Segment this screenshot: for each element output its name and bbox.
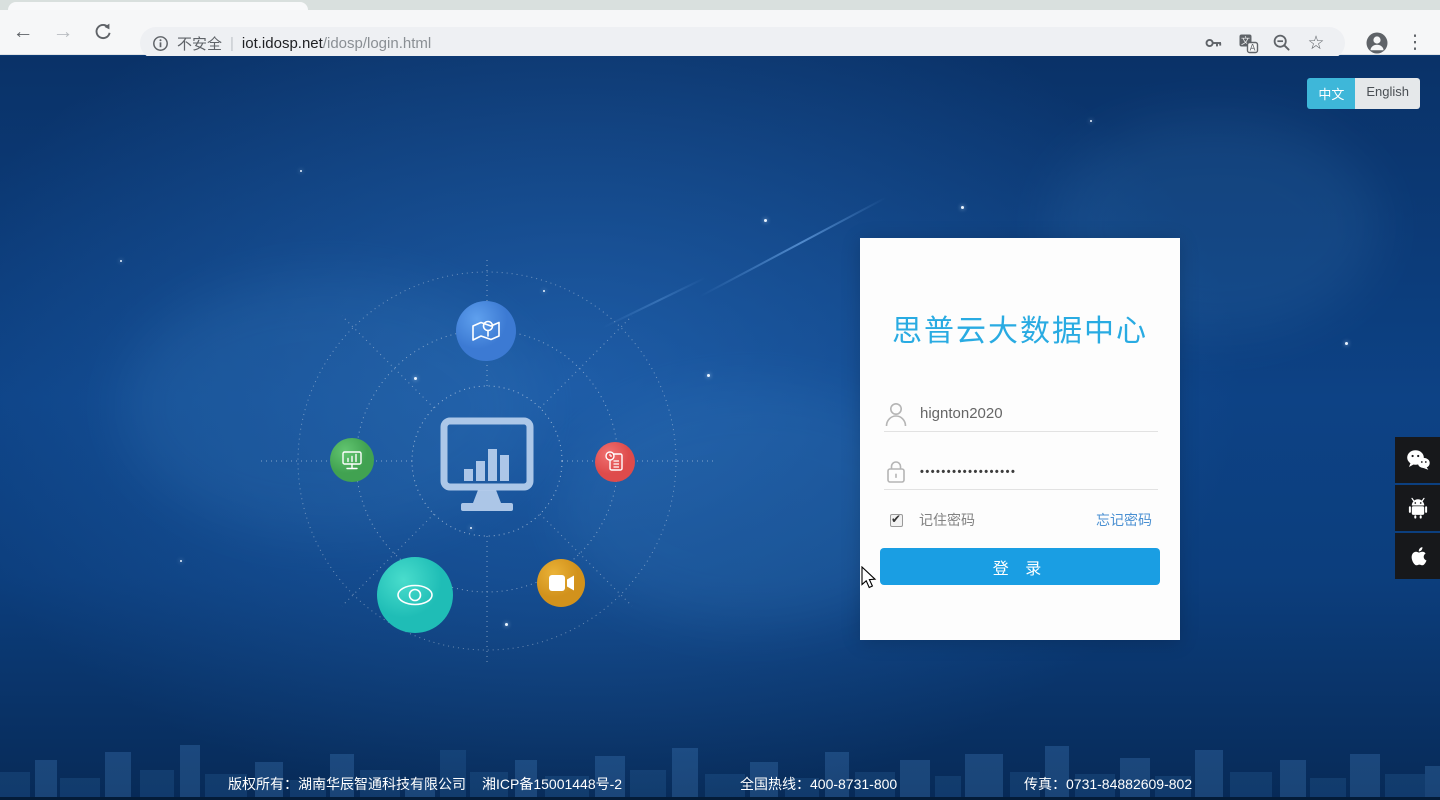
android-icon[interactable] [1395, 485, 1440, 531]
language-toggle: 中文 English [1307, 78, 1420, 109]
info-icon[interactable] [152, 35, 169, 52]
password-field[interactable]: •••••••••••••••••• [884, 454, 1158, 490]
login-panel: 思普云大数据中心 hignton2020 •••••••••••••••••• [860, 238, 1180, 640]
star-dot [120, 260, 122, 262]
star-dot [1345, 342, 1348, 345]
remember-row: 记住密码 忘记密码 [890, 510, 1152, 530]
lock-icon [887, 460, 905, 483]
svg-text:A: A [1249, 43, 1255, 53]
translate-icon[interactable]: 文 A [1231, 27, 1265, 59]
fax-text: 传真：0731-84882609-802 [1024, 776, 1193, 792]
security-label: 不安全 [177, 35, 223, 53]
apple-icon[interactable] [1395, 533, 1440, 579]
browser-window: ← → 不安全 | iot.idosp.net/idosp/login.html [0, 0, 1440, 800]
reload-icon-glyph [95, 23, 111, 40]
forward-icon[interactable]: → [46, 15, 80, 49]
star-dot [764, 219, 767, 222]
report-node [595, 442, 635, 482]
saved-password-key-icon[interactable] [1197, 27, 1231, 59]
star-dot [961, 206, 964, 209]
remember-checkbox[interactable] [890, 512, 903, 527]
social-sidebar [1395, 437, 1440, 581]
reload-icon[interactable] [86, 15, 120, 49]
eye-node [377, 557, 453, 633]
copyright-text: 版权所有：湖南华辰智通科技有限公司 [228, 776, 466, 792]
address-bar[interactable]: 不安全 | iot.idosp.net/idosp/login.html 文 A [140, 27, 1345, 59]
username-value: hignton2020 [920, 405, 1003, 422]
tab-strip [0, 0, 1440, 12]
forgot-password-link[interactable]: 忘记密码 [1096, 510, 1152, 530]
map-pin-node [456, 301, 516, 361]
bookmark-star-icon[interactable]: ☆ [1299, 27, 1333, 59]
login-button[interactable]: 登 录 [880, 548, 1160, 585]
url-host: iot.idosp.net [241, 34, 323, 52]
browser-toolbar: ← → 不安全 | iot.idosp.net/idosp/login.html [0, 10, 1440, 59]
url-path: /idosp/login.html [322, 34, 432, 52]
star-dot [300, 170, 302, 172]
page-footer: 版权所有：湖南华辰智通科技有限公司 湘ICP备15001448号-2 全国热线：… [0, 774, 1440, 798]
camera-node [537, 559, 585, 607]
device-monitor-node [330, 438, 374, 482]
hub-graphic [259, 258, 715, 664]
url-separator: | [230, 34, 234, 52]
mouse-cursor [861, 566, 877, 589]
lang-english-button[interactable]: English [1355, 78, 1420, 109]
username-field[interactable]: hignton2020 [884, 396, 1158, 432]
icp-number: 湘ICP备15001448号-2 [482, 776, 623, 792]
back-icon[interactable]: ← [6, 15, 40, 49]
hotline-text: 全国热线：400-8731-800 [740, 776, 898, 792]
remember-label: 记住密码 [919, 512, 975, 528]
wechat-icon[interactable] [1395, 437, 1440, 483]
lang-chinese-button[interactable]: 中文 [1307, 78, 1356, 109]
login-page: 中文 English 思普云大数据中心 hignton2020 ••••••••… [0, 56, 1440, 800]
user-icon [885, 402, 907, 426]
star-dot [180, 560, 182, 562]
zoom-out-icon[interactable] [1265, 27, 1299, 59]
dashboard-monitor-icon [440, 417, 534, 511]
password-masked-value: •••••••••••••••••• [920, 465, 1017, 478]
page-title: 思普云大数据中心 [892, 315, 1148, 348]
star-dot [1090, 120, 1092, 122]
